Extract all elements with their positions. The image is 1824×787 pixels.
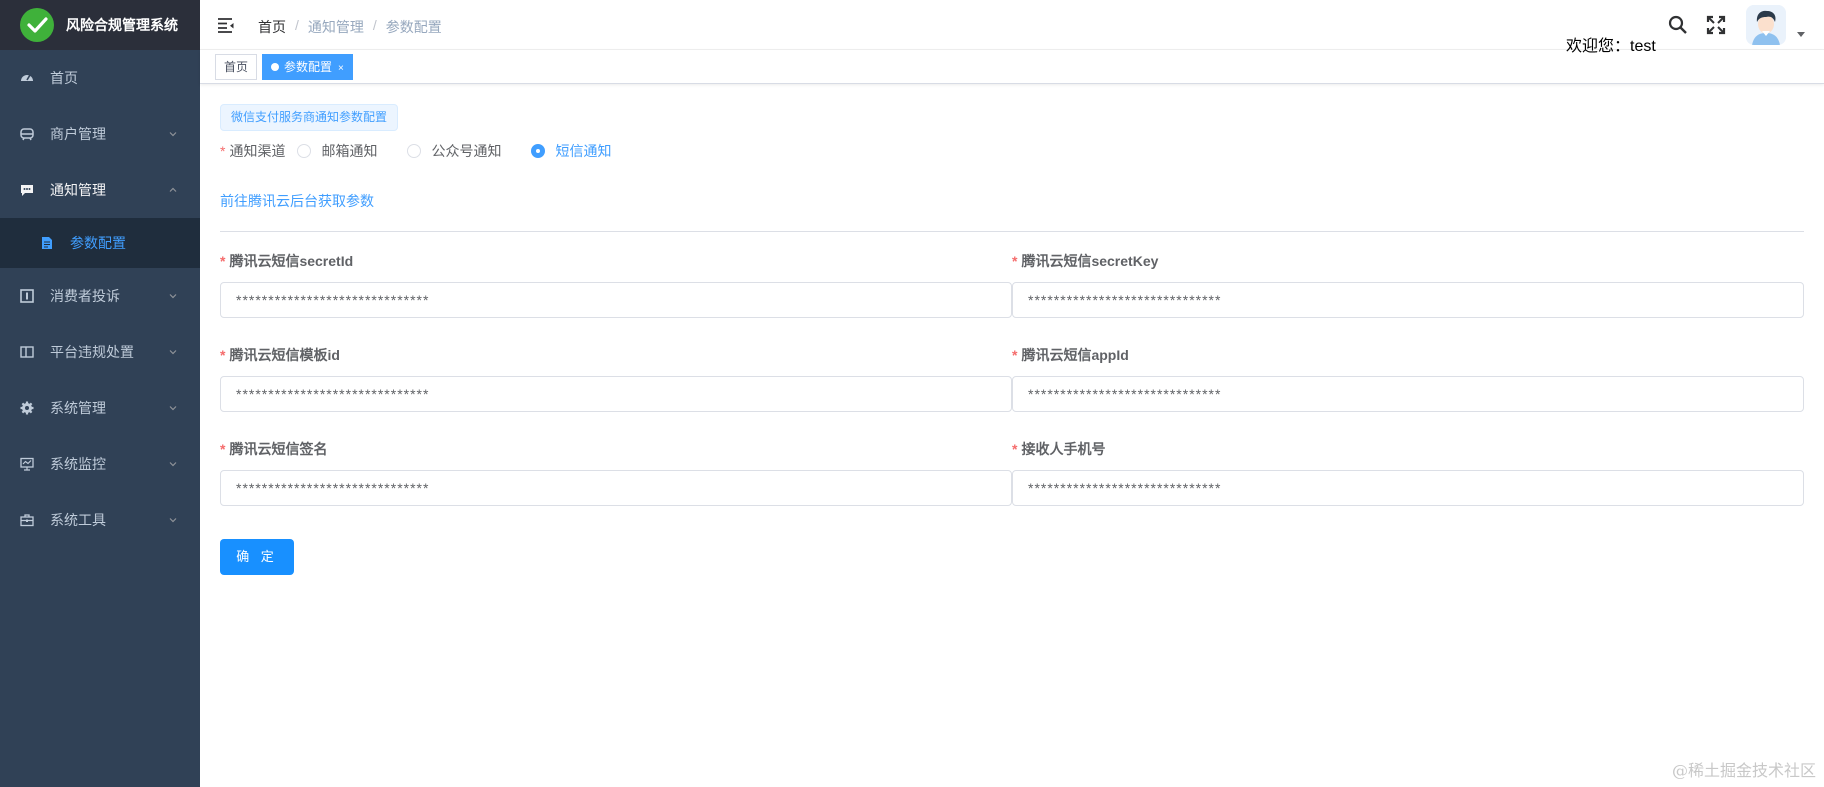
hamburger-icon[interactable]: [217, 16, 235, 34]
radio-circle[interactable]: [407, 144, 422, 158]
radio-official-account[interactable]: 公众号通知: [407, 141, 501, 161]
sidebar-item-label: 通知管理: [50, 182, 106, 198]
chevron-down-icon: [169, 294, 177, 299]
app-root: 风险合规管理系统 首页 商户管理 通知管理 参数配置 消费者投诉 平台违规处置 …: [0, 0, 1824, 787]
divider: [220, 231, 1804, 232]
sidebar-item-system-monitor[interactable]: 系统监控: [0, 436, 200, 492]
sidebar-subitem-label: 参数配置: [70, 235, 126, 251]
breadcrumb-current: 参数配置: [385, 19, 442, 35]
sidebar-item-label: 系统管理: [50, 400, 106, 416]
breadcrumb-separator: /: [295, 17, 299, 33]
breadcrumb-separator: /: [372, 17, 377, 33]
signature-field[interactable]: ******************************: [220, 470, 1012, 506]
field-label-app-id: * 腾讯云短信appId: [1012, 347, 1129, 363]
panel-icon: [20, 345, 34, 359]
radio-email[interactable]: 邮箱通知: [297, 141, 377, 161]
submit-button[interactable]: 确 定: [220, 539, 294, 575]
secret-id-field[interactable]: ******************************: [220, 282, 1012, 318]
main-content: 微信支付服务商通知参数配置 * 通知渠道 邮箱通知 公众号通知 短信通知 前往腾…: [200, 85, 1824, 787]
radio-label: 邮箱通知: [321, 143, 378, 159]
sidebar-item-merchant[interactable]: 商户管理: [0, 106, 200, 162]
notify-channel-label: 通知渠道: [229, 143, 286, 159]
secret-key-field[interactable]: ******************************: [1012, 282, 1804, 318]
radio-sms[interactable]: 短信通知: [531, 141, 611, 161]
breadcrumb-home[interactable]: 首页: [258, 17, 286, 37]
search-icon[interactable]: [1668, 15, 1688, 35]
sidebar-item-label: 系统工具: [50, 512, 106, 528]
toolbox-icon: [20, 513, 34, 527]
receiver-phone-field[interactable]: ******************************: [1012, 470, 1804, 506]
app-id-field[interactable]: ******************************: [1012, 376, 1804, 412]
chevron-down-icon: [169, 518, 177, 523]
sidebar-item-label: 消费者投诉: [50, 288, 120, 304]
message-icon: [20, 183, 34, 197]
radio-label: 公众号通知: [431, 143, 502, 159]
field-label-secret-id: * 腾讯云短信secretId: [220, 253, 354, 269]
breadcrumb-notification[interactable]: 通知管理: [308, 17, 364, 37]
chevron-down-icon: [169, 406, 177, 411]
sidebar-item-label: 首页: [50, 70, 78, 86]
sidebar-item-system-tools[interactable]: 系统工具: [0, 492, 200, 548]
sidebar-item-system-admin[interactable]: 系统管理: [0, 380, 200, 436]
app-title: 风险合规管理系统: [66, 17, 178, 33]
complaint-icon: [20, 289, 34, 303]
watermark: @稀土掘金技术社区: [1671, 761, 1816, 780]
info-tag: 微信支付服务商通知参数配置: [220, 104, 399, 131]
sidebar-item-label: 平台违规处置: [50, 344, 134, 360]
monitor-icon: [20, 457, 34, 471]
fullscreen-icon[interactable]: [1706, 15, 1726, 35]
template-id-field[interactable]: ******************************: [220, 376, 1012, 412]
radio-label: 短信通知: [555, 143, 612, 159]
chevron-down-icon: [169, 462, 177, 467]
sidebar-item-complaints[interactable]: 消费者投诉: [0, 268, 200, 324]
navbar: 首页 / 通知管理 / 参数配置 欢迎您：test: [200, 0, 1824, 55]
dashboard-icon: [20, 71, 34, 85]
notify-channel-row: * 通知渠道 邮箱通知 公众号通知 短信通知: [220, 141, 641, 161]
document-icon: [40, 236, 54, 250]
sidebar-item-home[interactable]: 首页: [0, 50, 200, 106]
tab-home[interactable]: 首页: [215, 54, 258, 80]
tencent-cloud-link[interactable]: 前往腾讯云后台获取参数: [220, 191, 374, 211]
tags-view: 首页 参数配置 ×: [200, 50, 1824, 84]
logo-area[interactable]: 风险合规管理系统: [0, 0, 200, 50]
field-label-signature: * 腾讯云短信签名: [220, 441, 328, 457]
avatar[interactable]: [1746, 5, 1786, 45]
gear-icon: [20, 401, 34, 415]
field-label-template-id: * 腾讯云短信模板id: [220, 347, 340, 363]
required-asterisk: *: [220, 143, 226, 159]
chevron-up-icon: [169, 187, 177, 192]
sidebar-item-label: 系统监控: [50, 456, 106, 472]
tab-label: 参数配置: [284, 60, 333, 74]
caret-down-icon[interactable]: [1797, 32, 1805, 37]
close-icon[interactable]: ×: [338, 63, 344, 74]
field-label-receiver-phone: * 接收人手机号: [1012, 441, 1106, 457]
sidebar: 风险合规管理系统 首页 商户管理 通知管理 参数配置 消费者投诉 平台违规处置 …: [0, 0, 200, 787]
sidebar-item-notification[interactable]: 通知管理: [0, 162, 200, 218]
active-dot-icon: [271, 62, 279, 71]
tab-param-config[interactable]: 参数配置 ×: [262, 54, 353, 80]
sidebar-item-label: 商户管理: [50, 126, 106, 142]
radio-circle[interactable]: [297, 144, 312, 158]
sidebar-item-violations[interactable]: 平台违规处置: [0, 324, 200, 380]
wechat-logo-icon: [20, 8, 54, 42]
radio-circle[interactable]: [531, 144, 546, 158]
sidebar-subitem-param-config[interactable]: 参数配置: [0, 218, 200, 268]
breadcrumb: 首页 / 通知管理 / 参数配置: [258, 17, 442, 37]
chevron-down-icon: [169, 350, 177, 355]
tab-label: 首页: [224, 60, 249, 74]
field-label-secret-key: * 腾讯云短信secretKey: [1012, 253, 1159, 269]
merchant-icon: [20, 127, 34, 141]
chevron-down-icon: [169, 132, 177, 137]
